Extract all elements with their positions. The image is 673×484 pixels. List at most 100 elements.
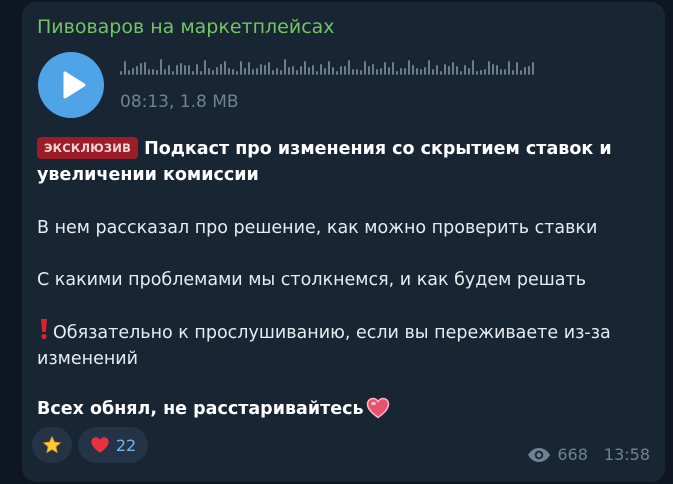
- waveform-bar: [504, 69, 506, 75]
- waveform-bar: [416, 68, 418, 75]
- audio-waveform[interactable]: [120, 58, 540, 76]
- waveform-bar: [260, 64, 262, 75]
- waveform-bar: [180, 63, 182, 75]
- waveform-bar: [192, 71, 194, 75]
- waveform-bar: [204, 60, 206, 75]
- waveform-bar: [508, 61, 510, 75]
- waveform-bar: [316, 71, 318, 75]
- waveform-bar: [480, 70, 482, 75]
- waveform-bar: [352, 69, 354, 75]
- waveform-bar: [124, 61, 126, 75]
- waveform-bar: [460, 71, 462, 75]
- channel-name[interactable]: Пивоваров на маркетплейсах: [37, 16, 335, 38]
- waveform-bar: [280, 70, 282, 75]
- waveform-bar: [532, 62, 534, 75]
- waveform-bar: [212, 70, 214, 75]
- waveform-bar: [384, 62, 386, 75]
- waveform-bar: [444, 64, 446, 75]
- waveform-bar: [424, 67, 426, 75]
- waveform-bar: [156, 70, 158, 75]
- waveform-bar: [220, 64, 222, 75]
- waveform-bar: [436, 65, 438, 75]
- heart-icon: [91, 437, 109, 453]
- waveform-bar: [264, 65, 266, 75]
- waveform-bar: [484, 69, 486, 75]
- waveform-bar: [428, 60, 430, 75]
- waveform-bar: [496, 65, 498, 75]
- waveform-bar: [144, 62, 146, 75]
- waveform-bar: [176, 65, 178, 75]
- waveform-bar: [340, 66, 342, 75]
- eye-icon: [528, 447, 551, 462]
- waveform-bar: [336, 71, 338, 75]
- waveform-bar: [120, 71, 122, 75]
- waveform-bar: [308, 67, 310, 75]
- waveform-bar: [288, 67, 290, 75]
- paragraph-problems: С какими проблемами мы столкнемся, и как…: [37, 270, 587, 290]
- headline-block: ЭКСКЛЮЗИВ Подкаст про изменения со скрыти…: [37, 136, 637, 188]
- waveform-bar: [168, 65, 170, 75]
- waveform-bar: [272, 70, 274, 75]
- exclamation-icon: [41, 319, 47, 340]
- reaction-star[interactable]: [32, 427, 72, 463]
- waveform-bar: [188, 65, 190, 75]
- waveform-bar: [476, 71, 478, 75]
- audio-duration-size: 08:13, 1.8 MB: [120, 92, 239, 112]
- waveform-bar: [320, 64, 322, 75]
- waveform-bar: [520, 70, 522, 75]
- reaction-heart[interactable]: 22: [78, 427, 148, 463]
- waveform-bar: [408, 60, 410, 75]
- waveform-bar: [500, 69, 502, 75]
- view-count: 668: [557, 445, 588, 464]
- heart-emoji-icon: [366, 397, 389, 419]
- waveform-bar: [128, 70, 130, 75]
- waveform-bar: [332, 67, 334, 75]
- waveform-bar: [248, 62, 250, 75]
- waveform-bar: [284, 59, 286, 75]
- star-icon: [43, 436, 61, 453]
- closing-line: Всех обнял, не расстаривайтесь: [37, 396, 637, 422]
- paragraph-must-listen-text: Обязательно к прослушиванию, если вы пер…: [37, 323, 611, 369]
- waveform-bar: [172, 71, 174, 75]
- waveform-bar: [324, 68, 326, 75]
- waveform-bar: [216, 67, 218, 75]
- waveform-bar: [256, 68, 258, 75]
- waveform-bar: [228, 68, 230, 75]
- waveform-bar: [372, 64, 374, 75]
- waveform-bar: [452, 62, 454, 75]
- waveform-bar: [380, 68, 382, 75]
- waveform-bar: [468, 68, 470, 75]
- waveform-bar: [276, 68, 278, 75]
- waveform-bar: [152, 69, 154, 75]
- waveform-bar: [432, 69, 434, 75]
- waveform-bar: [392, 62, 394, 75]
- waveform-bar: [348, 60, 350, 75]
- waveform-bar: [516, 62, 518, 75]
- waveform-bar: [368, 66, 370, 75]
- waveform-bar: [252, 69, 254, 75]
- waveform-bar: [236, 71, 238, 75]
- waveform-bar: [360, 70, 362, 75]
- waveform-bar: [448, 66, 450, 75]
- play-button[interactable]: [38, 52, 104, 118]
- waveform-bar: [396, 71, 398, 75]
- waveform-bar: [160, 59, 162, 75]
- waveform-bar: [388, 67, 390, 75]
- waveform-bar: [232, 69, 234, 75]
- waveform-bar: [196, 64, 198, 75]
- waveform-bar: [356, 69, 358, 75]
- waveform-bar: [464, 65, 466, 75]
- waveform-bar: [328, 61, 330, 75]
- waveform-bar: [400, 68, 402, 75]
- closing-text: Всех обнял, не расстаривайтесь: [37, 399, 364, 419]
- waveform-bar: [268, 62, 270, 75]
- waveform-bar: [488, 61, 490, 75]
- waveform-bar: [412, 65, 414, 75]
- play-icon: [63, 71, 86, 99]
- channel-post: Пивоваров на маркетплейсах 08:13, 1.8 MB…: [22, 2, 665, 482]
- waveform-bar: [344, 66, 346, 75]
- waveform-bar: [364, 61, 366, 75]
- waveform-bar: [492, 64, 494, 75]
- waveform-bar: [304, 61, 306, 75]
- waveform-bar: [420, 69, 422, 75]
